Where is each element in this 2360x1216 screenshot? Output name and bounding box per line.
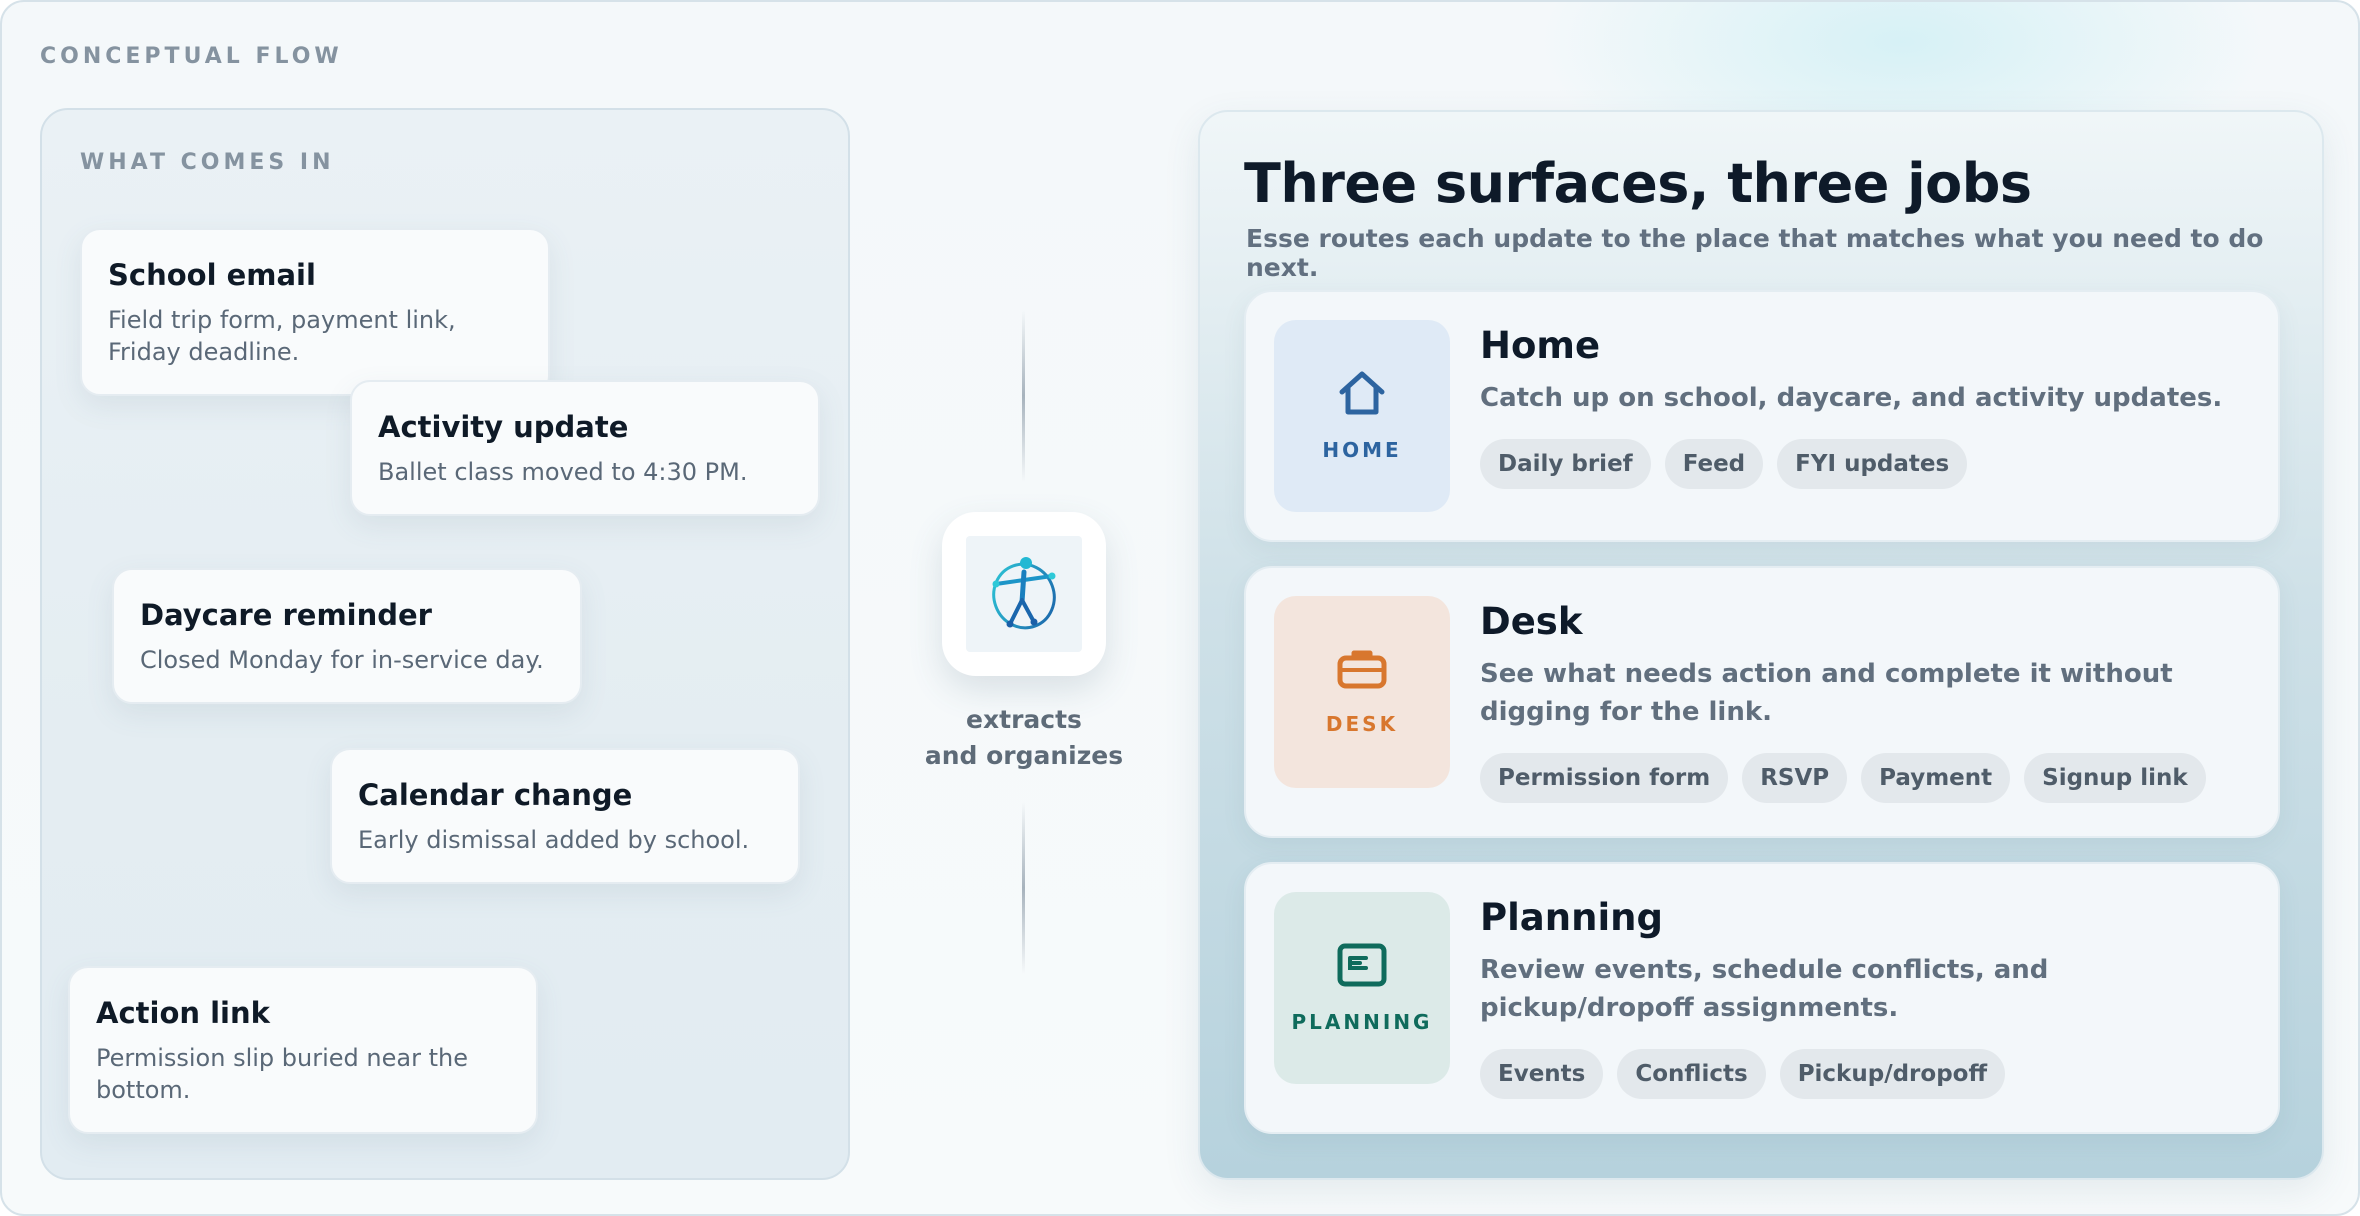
input-card-body: Ballet class moved to 4:30 PM.: [378, 458, 748, 486]
surface-chips: Permission form RSVP Payment Signup link: [1480, 753, 2238, 803]
center-caption-line1: extracts: [966, 705, 1082, 734]
input-card-body: Permission slip buried near the bottom.: [96, 1044, 468, 1104]
input-card-calendar-change: Calendar change Early dismissal added by…: [330, 748, 800, 884]
surface-title: Home: [1480, 324, 1601, 367]
chip[interactable]: Payment: [1861, 753, 2011, 803]
surface-description: See what needs action and complete it wi…: [1480, 659, 2173, 727]
calendar-icon: [1336, 942, 1388, 992]
input-card-action-link: Action link Permission slip buried near …: [68, 966, 538, 1134]
chip[interactable]: Permission form: [1480, 753, 1729, 803]
input-card-activity-update: Activity update Ballet class moved to 4:…: [350, 380, 820, 516]
inputs-panel: WHAT COMES IN School email Field trip fo…: [40, 108, 850, 1180]
chip[interactable]: Signup link: [2024, 753, 2206, 803]
input-card-title: School email: [108, 258, 316, 292]
surface-card-home: HOME Home Catch up on school, daycare, a…: [1244, 290, 2280, 542]
chip[interactable]: Events: [1480, 1049, 1604, 1099]
surface-tile-label: DESK: [1325, 712, 1399, 736]
input-card-body: Field trip form, payment link, Friday de…: [108, 306, 456, 366]
surface-description: Review events, schedule conflicts, and p…: [1480, 955, 2049, 1023]
surfaces-panel: Three surfaces, three jobs Esse routes e…: [1198, 110, 2324, 1180]
inputs-panel-label: WHAT COMES IN: [80, 150, 335, 175]
surface-chips: Events Conflicts Pickup/dropoff: [1480, 1049, 2238, 1099]
surface-card-desk: DESK Desk See what needs action and comp…: [1244, 566, 2280, 838]
chip[interactable]: Daily brief: [1480, 439, 1651, 489]
input-card-title: Daycare reminder: [140, 598, 432, 632]
chip[interactable]: Pickup/dropoff: [1779, 1049, 2006, 1099]
input-card-title: Action link: [96, 996, 270, 1030]
esse-logo-icon: [966, 536, 1082, 652]
home-icon: [1336, 370, 1388, 420]
surface-tile-desk: DESK: [1274, 596, 1450, 788]
surface-card-planning: PLANNING Planning Review events, schedul…: [1244, 862, 2280, 1134]
center-caption: extracts and organizes: [902, 702, 1146, 774]
surface-tile-label: HOME: [1322, 438, 1402, 462]
conceptual-flow-frame: CONCEPTUAL FLOW WHAT COMES IN School ema…: [0, 0, 2360, 1216]
briefcase-icon: [1336, 648, 1388, 694]
surface-title: Planning: [1480, 896, 1663, 939]
input-card-title: Activity update: [378, 410, 629, 444]
chip[interactable]: RSVP: [1742, 753, 1848, 803]
section-label: CONCEPTUAL FLOW: [40, 44, 343, 69]
center-caption-line2: and organizes: [924, 741, 1124, 770]
surface-tile-planning: PLANNING: [1274, 892, 1450, 1084]
surfaces-subtitle: Esse routes each update to the place tha…: [1246, 224, 2264, 282]
input-card-body: Early dismissal added by school.: [358, 826, 750, 854]
esse-logo-badge: [942, 512, 1106, 676]
surface-title: Desk: [1480, 600, 1583, 643]
chip[interactable]: Conflicts: [1617, 1049, 1766, 1099]
input-card-daycare-reminder: Daycare reminder Closed Monday for in-se…: [112, 568, 582, 704]
input-card-school-email: School email Field trip form, payment li…: [80, 228, 550, 396]
flow-connector-top: [1022, 310, 1025, 482]
surfaces-title: Three surfaces, three jobs: [1244, 152, 2032, 215]
flow-connector-bottom: [1022, 802, 1025, 974]
surface-tile-home: HOME: [1274, 320, 1450, 512]
surface-tile-label: PLANNING: [1291, 1010, 1433, 1034]
input-card-title: Calendar change: [358, 778, 633, 812]
surface-description: Catch up on school, daycare, and activit…: [1480, 383, 2223, 413]
surface-chips: Daily brief Feed FYI updates: [1480, 439, 2238, 489]
chip[interactable]: Feed: [1664, 439, 1764, 489]
input-card-body: Closed Monday for in-service day.: [140, 646, 544, 674]
chip[interactable]: FYI updates: [1777, 439, 1968, 489]
